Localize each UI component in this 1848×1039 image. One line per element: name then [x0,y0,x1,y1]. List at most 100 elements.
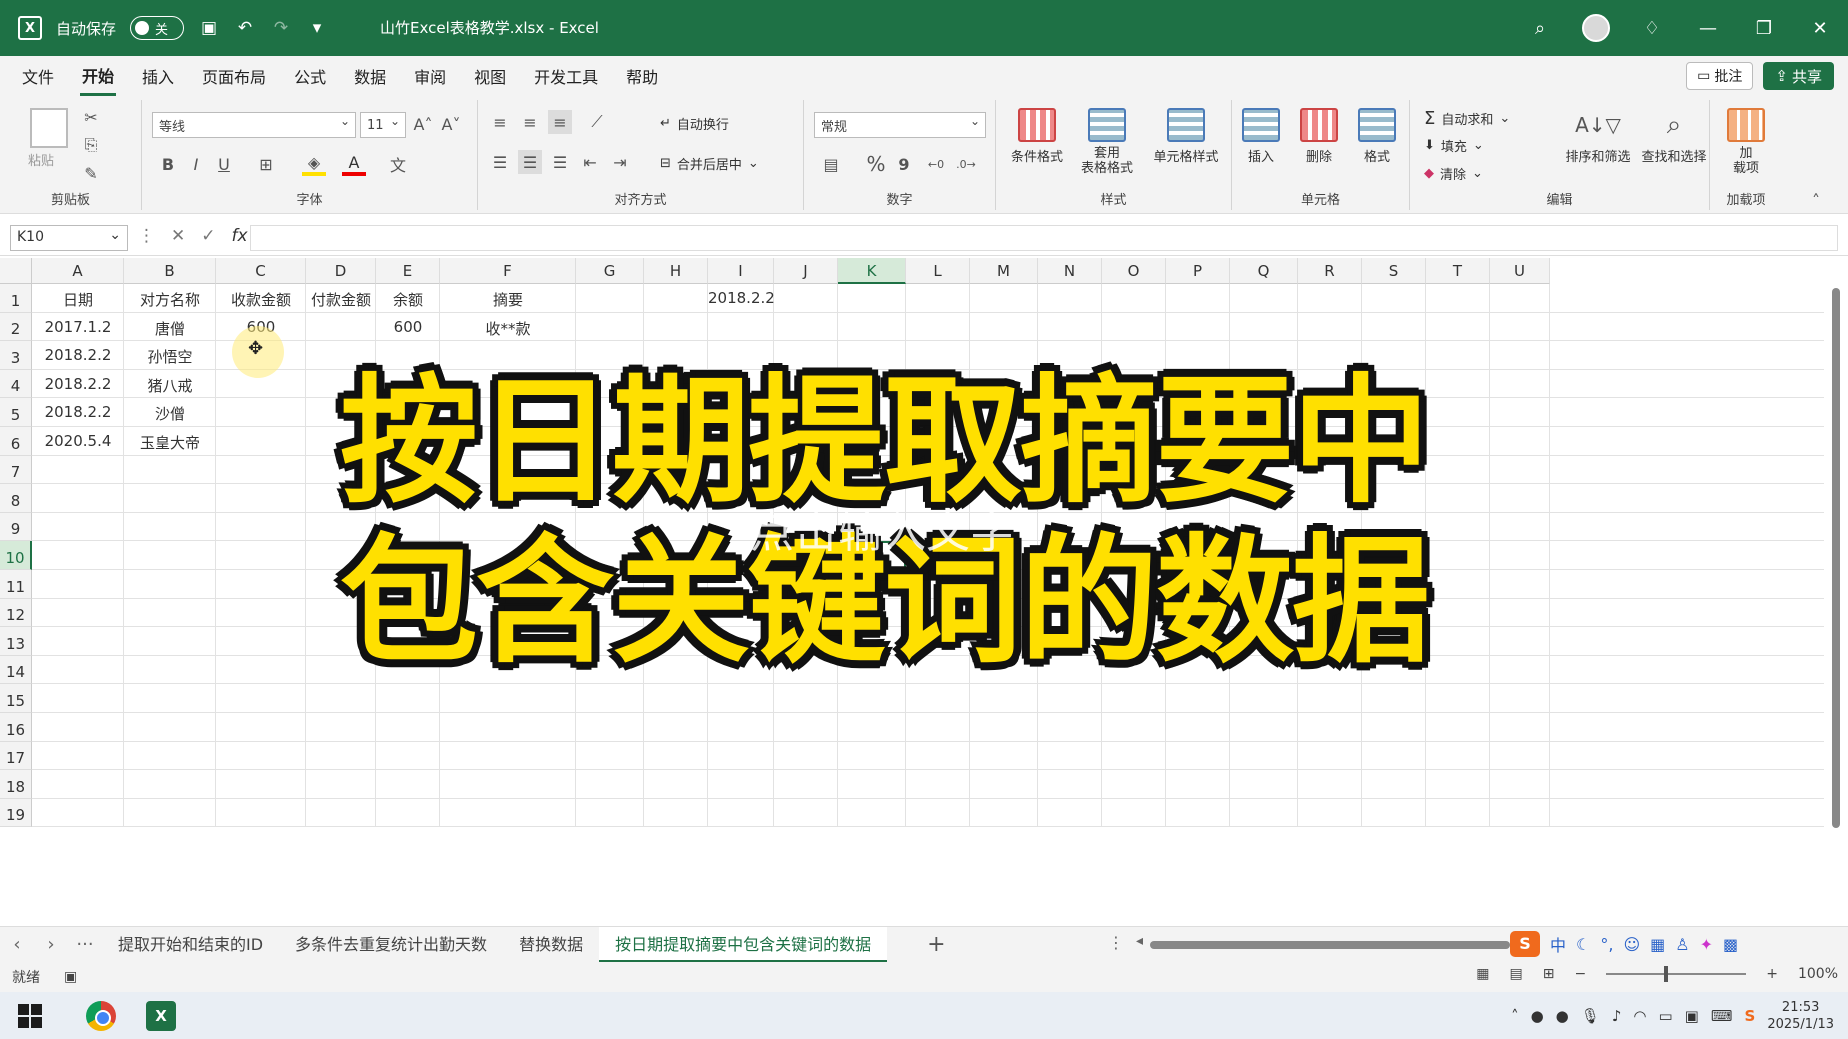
find-select-button[interactable]: ⌕ 查找和选择 [1636,108,1712,166]
grow-font-icon[interactable]: A˄ [412,112,434,136]
clear-button[interactable]: ◆ 清除 ⌄ [1424,164,1483,183]
shrink-font-icon[interactable]: A˅ [440,112,462,136]
skin-icon[interactable]: ✦ [1700,935,1713,954]
horizontal-scrollbar[interactable] [1150,941,1510,949]
user-icon[interactable]: ♙ [1675,935,1689,954]
column-header-e[interactable]: E [376,258,440,284]
font-size-select[interactable]: 11 [360,112,406,138]
column-header-h[interactable]: H [644,258,708,284]
accessibility-icon[interactable]: ▣ [64,969,77,985]
row-header-9[interactable]: 9 [0,512,32,542]
italic-button[interactable]: I [186,152,206,176]
percent-button[interactable]: % [864,152,888,176]
excel-taskbar-icon[interactable]: X [146,1000,176,1031]
column-header-m[interactable]: M [970,258,1038,284]
lightbulb-icon[interactable]: ♢ [1624,17,1680,39]
column-header-i[interactable]: I [708,258,774,284]
zoom-in-icon[interactable]: + [1766,966,1778,982]
header-cell[interactable]: 付款金额 [306,289,376,310]
column-header-c[interactable]: C [216,258,306,284]
row-header-2[interactable]: 2 [0,312,32,342]
tab-data[interactable]: 数据 [352,58,388,94]
align-left-icon[interactable]: ☰ [488,150,512,174]
header-cell[interactable]: 余额 [376,289,440,310]
normal-view-icon[interactable]: ▦ [1476,966,1489,982]
addins-button[interactable]: 加 载项 [1710,108,1782,176]
qq-icon[interactable]: ● [1531,1007,1544,1025]
tab-help[interactable]: 帮助 [624,58,660,94]
increase-decimal-icon[interactable]: ←0 [924,152,948,176]
enter-icon[interactable]: ✓ [201,226,215,246]
name-box[interactable]: K10 [10,225,128,251]
redo-icon[interactable]: ↷ [270,17,292,39]
header-cell[interactable]: 收款金额 [216,289,306,310]
restore-icon[interactable]: ❐ [1736,17,1792,39]
format-cells-button[interactable]: 格式 [1348,108,1406,165]
tab-formulas[interactable]: 公式 [292,58,328,94]
text-input-hint[interactable]: 点击输入文字 [750,496,1014,560]
tab-insert[interactable]: 插入 [140,58,176,94]
sort-filter-button[interactable]: A↓▽ 排序和筛选 [1560,108,1636,165]
data-cell[interactable]: 2017.1.2 [32,318,124,336]
wifi-icon[interactable]: ◠ [1633,1007,1646,1025]
microphone-icon[interactable]: 🎙 [1581,1007,1600,1025]
sogou-tray-icon[interactable]: S [1745,1007,1756,1025]
row-header-13[interactable]: 13 [0,627,32,656]
keyboard-tray-icon[interactable]: ⌨ [1711,1007,1733,1025]
tab-developer[interactable]: 开发工具 [532,58,600,94]
sheet-tab[interactable]: 多条件去重复统计出勤天数 [279,927,503,963]
sogou-icon[interactable]: S [1510,931,1540,957]
collapse-ribbon-icon[interactable]: ˄ [1806,190,1826,210]
column-header-r[interactable]: R [1298,258,1362,284]
punctuation-icon[interactable]: °, [1600,935,1613,954]
row-header-6[interactable]: 6 [0,427,32,456]
data-cell[interactable]: 600 [376,318,440,336]
apps-icon[interactable]: ▩ [1723,935,1738,954]
row-header-10[interactable]: 10 [0,541,32,570]
fill-button[interactable]: ⬇ 填充 ⌄ [1424,136,1484,155]
data-cell[interactable]: 2018.2.2 [32,346,124,364]
row-header-11[interactable]: 11 [0,570,32,599]
windows-start-icon[interactable] [18,1003,42,1028]
data-cell[interactable]: 沙僧 [124,403,216,424]
row-header-16[interactable]: 16 [0,713,32,742]
phonetic-icon[interactable]: 文 [386,152,410,176]
data-cell[interactable]: 2018.2.2 [32,375,124,393]
row-header-3[interactable]: 3 [0,341,32,370]
more-sheets-button[interactable]: ··· [68,934,102,955]
header-cell[interactable]: 摘要 [440,289,576,310]
page-break-view-icon[interactable]: ⊞ [1543,966,1555,982]
header-cell[interactable]: 日期 [32,289,124,310]
page-layout-view-icon[interactable]: ▤ [1510,966,1523,982]
data-cell[interactable]: 猪八戒 [124,375,216,396]
column-header-j[interactable]: J [774,258,838,284]
row-header-1[interactable]: 1 [0,284,32,313]
battery-icon[interactable]: ▭ [1658,1007,1672,1025]
close-icon[interactable]: ✕ [1792,17,1848,39]
increase-indent-icon[interactable]: ⇥ [608,150,632,174]
minimize-icon[interactable]: — [1680,17,1736,39]
row-header-12[interactable]: 12 [0,598,32,628]
align-top-icon[interactable]: ≡ [488,110,512,134]
options-icon[interactable]: ⋮ [138,226,155,246]
row-header-14[interactable]: 14 [0,655,32,685]
data-cell[interactable]: 收**款 [440,318,576,339]
row-header-18[interactable]: 18 [0,770,32,799]
column-header-n[interactable]: N [1038,258,1102,284]
number-format-select[interactable]: 常规 [814,112,986,138]
align-bottom-icon[interactable]: ≡ [548,110,572,134]
next-sheet-icon[interactable]: › [34,934,68,955]
tab-view[interactable]: 视图 [472,58,508,94]
cell-i1[interactable]: 2018.2.2 [708,289,775,307]
data-cell[interactable]: 孙悟空 [124,346,216,367]
underline-button[interactable]: U [214,152,234,176]
decrease-decimal-icon[interactable]: .0→ [954,152,978,176]
select-all-corner[interactable] [0,258,32,284]
font-color-icon[interactable]: A [342,152,366,176]
paste-icon[interactable] [30,108,68,148]
row-header-8[interactable]: 8 [0,484,32,513]
comments-button[interactable]: ▭ 批注 [1686,62,1754,90]
cancel-icon[interactable]: ✕ [171,226,185,246]
bold-button[interactable]: B [158,152,178,176]
borders-icon[interactable]: ⊞ [254,152,278,176]
